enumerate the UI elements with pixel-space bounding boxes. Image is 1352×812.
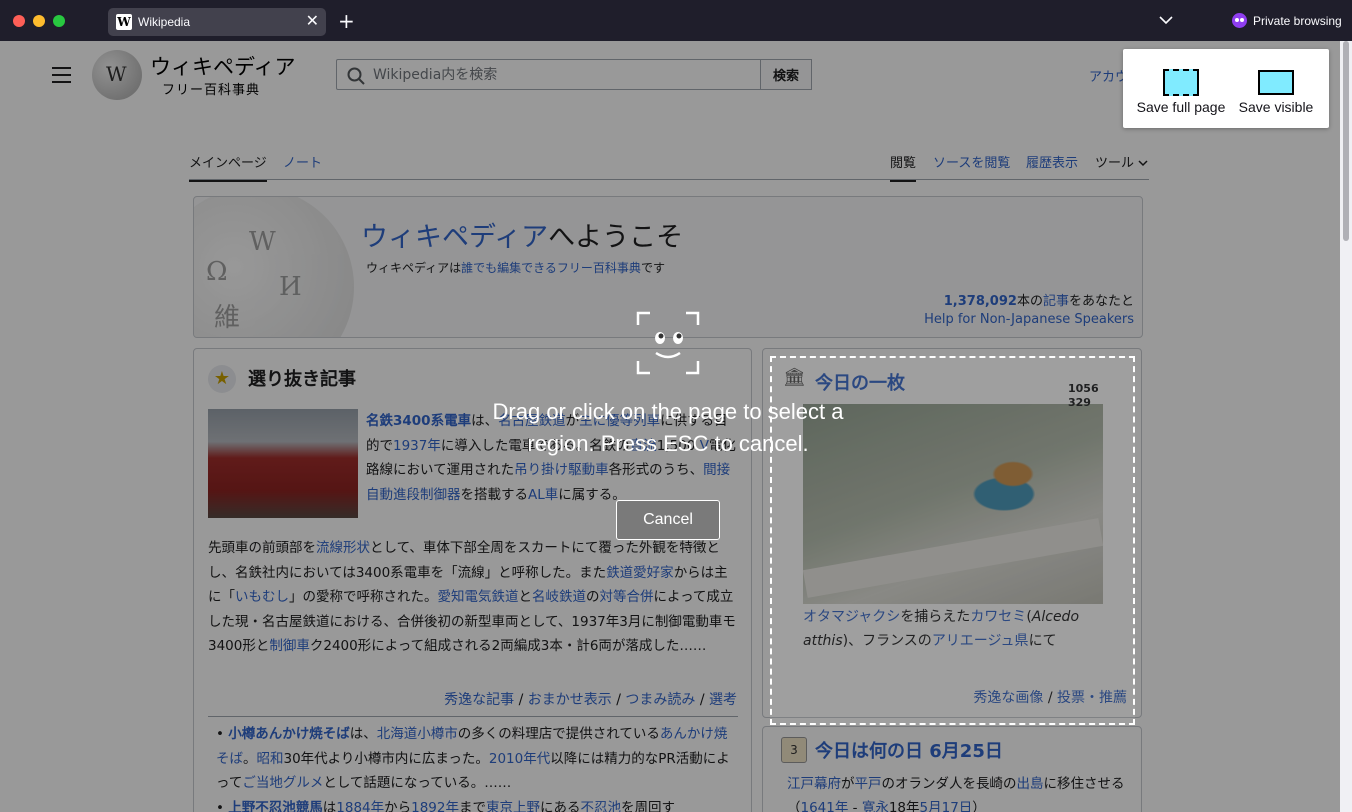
minimize-window-button[interactable]	[33, 15, 45, 27]
tab-title: Wikipedia	[138, 15, 190, 29]
visible-area-icon	[1258, 70, 1294, 95]
save-visible-button[interactable]: Save visible	[1228, 67, 1324, 117]
save-full-page-button[interactable]: Save full page	[1133, 67, 1229, 117]
chevron-down-icon[interactable]	[1158, 12, 1174, 28]
scrollbar-thumb[interactable]	[1343, 41, 1349, 241]
tab-close-icon[interactable]: ✕	[306, 11, 319, 31]
screenshot-save-panel: Save full page Save visible	[1123, 49, 1329, 128]
cancel-screenshot-button[interactable]: Cancel	[616, 500, 720, 540]
zoom-window-button[interactable]	[53, 15, 65, 27]
browser-titlebar: W Wikipedia ✕ + Private browsing	[0, 0, 1352, 41]
screenshot-face-icon	[636, 311, 700, 375]
save-full-page-label: Save full page	[1133, 99, 1229, 115]
selection-size-label: 1056 329	[1068, 382, 1099, 410]
screenshot-instruction: Drag or click on the page to select a re…	[470, 396, 866, 460]
browser-tab-wikipedia[interactable]: W Wikipedia ✕	[108, 8, 326, 36]
save-visible-label: Save visible	[1228, 99, 1324, 115]
full-page-icon	[1163, 69, 1199, 96]
new-tab-button[interactable]: +	[338, 9, 355, 33]
close-window-button[interactable]	[13, 15, 25, 27]
private-browsing-label: Private browsing	[1253, 14, 1342, 28]
private-mask-icon	[1232, 13, 1247, 28]
page-scrollbar[interactable]	[1340, 41, 1352, 812]
wikipedia-favicon-icon: W	[116, 14, 132, 30]
